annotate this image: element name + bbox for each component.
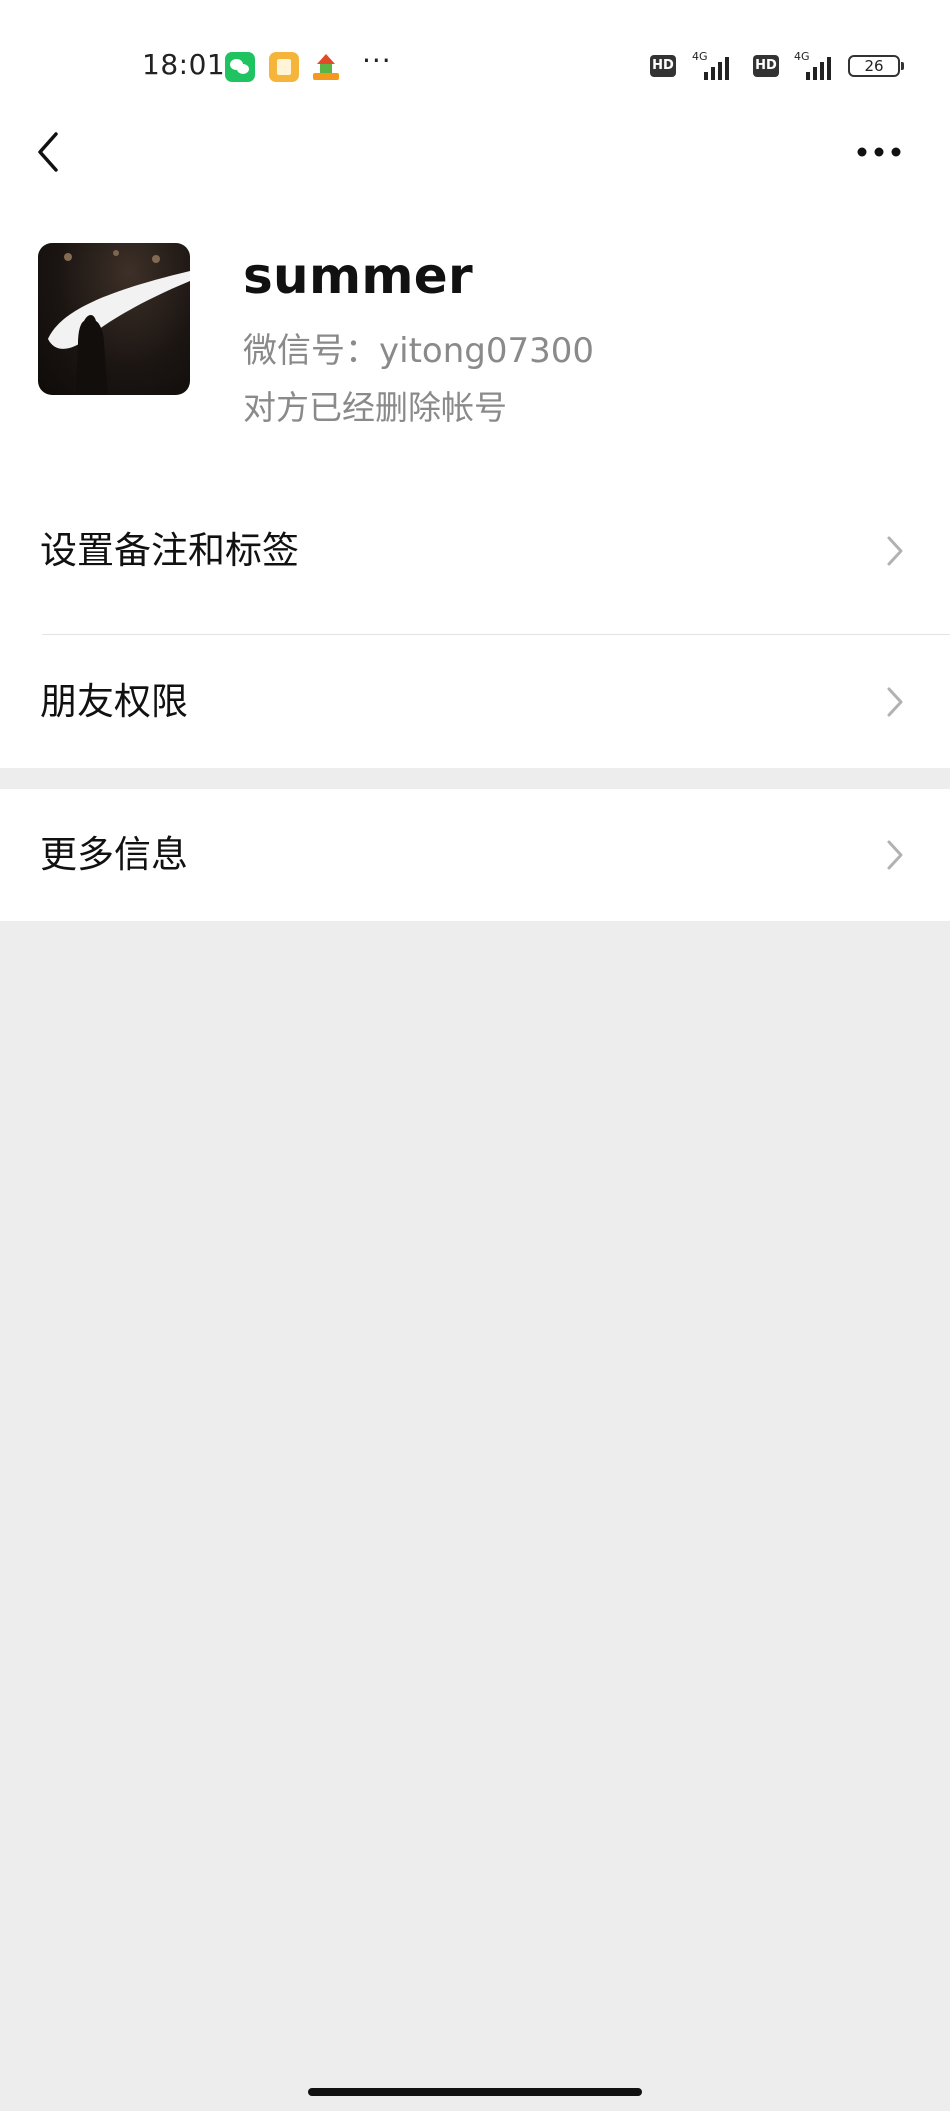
menu-item-label: 更多信息 [40, 833, 188, 876]
hd-badge: HD [650, 55, 676, 77]
chevron-right-icon [887, 687, 903, 717]
taobao-icon [311, 52, 341, 82]
chevron-left-icon[interactable] [32, 130, 66, 174]
chevron-right-icon [887, 536, 903, 566]
wechat-id-label: 微信号： [243, 331, 379, 371]
menu-item-label: 设置备注和标签 [40, 529, 299, 572]
network-type: 4G [692, 50, 708, 63]
profile-header: summer 微信号：yitong07300 对方已经删除帐号 [0, 225, 950, 485]
menu-group-2: 更多信息 [0, 789, 950, 921]
nav-bar [0, 110, 950, 225]
status-time: 18:01 [142, 48, 226, 81]
hd-badge: HD [753, 55, 779, 77]
wechat-icon [225, 52, 255, 82]
account-status: 对方已经删除帐号 [243, 388, 507, 427]
divider [42, 634, 950, 635]
menu-item-more-info[interactable]: 更多信息 [0, 789, 950, 921]
network-type: 4G [794, 50, 810, 63]
wechat-id: 微信号：yitong07300 [243, 323, 594, 372]
more-dots-icon[interactable] [854, 135, 904, 169]
chevron-right-icon [887, 840, 903, 870]
signal-icon: 4G [688, 50, 738, 82]
notes-icon [269, 52, 299, 82]
battery-icon: 26 [848, 55, 904, 77]
status-bar: 18:01 ··· HD 4G HD 4G 26 [0, 0, 950, 110]
menu-item-friend-permissions[interactable]: 朋友权限 [0, 636, 950, 768]
avatar[interactable] [38, 243, 190, 395]
menu-item-remarks-tags[interactable]: 设置备注和标签 [0, 485, 950, 617]
signal-icon: 4G [790, 50, 840, 82]
menu-group-1: 设置备注和标签 朋友权限 [0, 485, 950, 768]
wechat-id-value: yitong07300 [379, 331, 594, 371]
profile-name: summer [243, 247, 473, 305]
menu-item-label: 朋友权限 [40, 680, 188, 723]
status-more-icon: ··· [362, 44, 392, 77]
home-indicator[interactable] [308, 2088, 642, 2096]
